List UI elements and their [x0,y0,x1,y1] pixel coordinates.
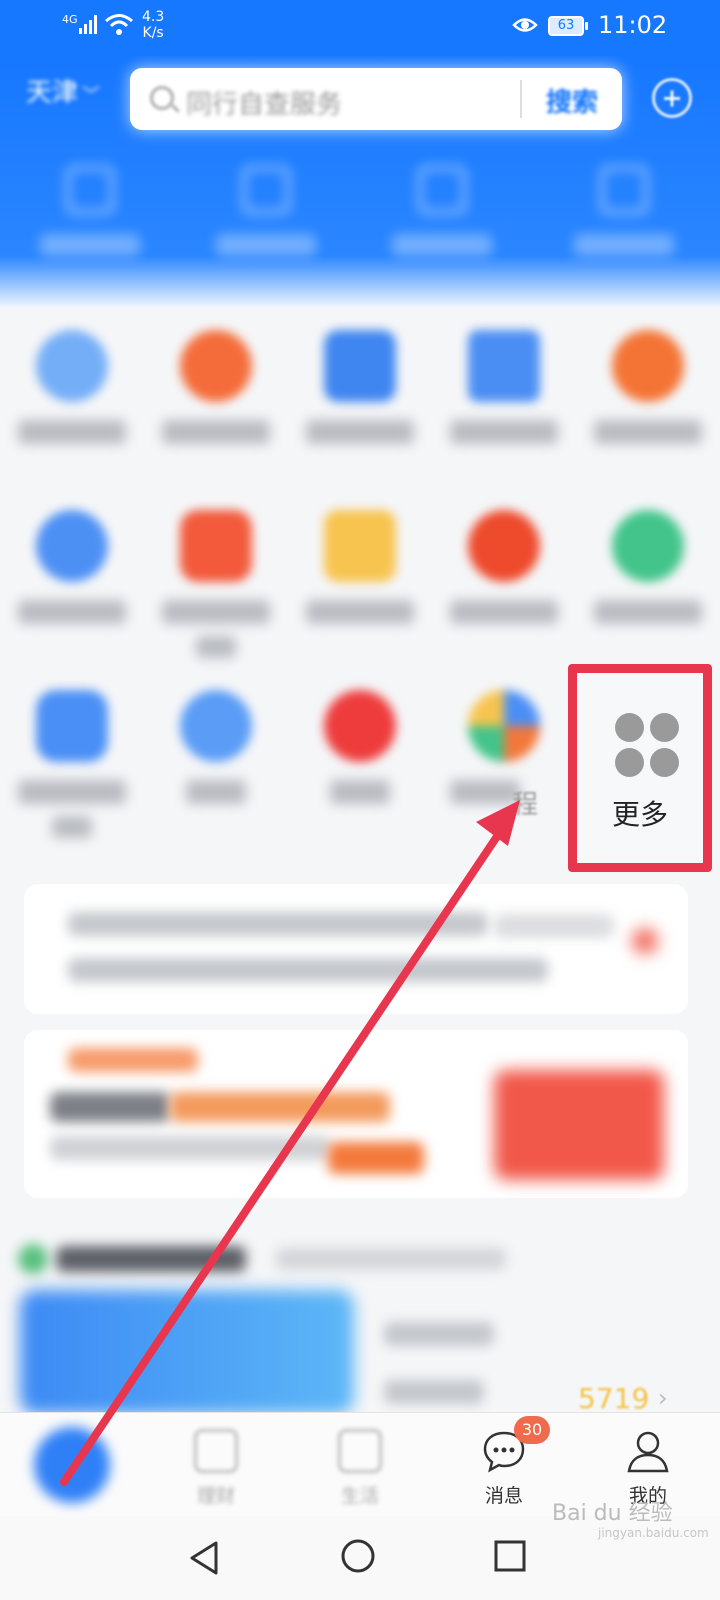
eye-comfort-icon [512,18,538,32]
watermark-main: Bai du 经验 [552,1501,673,1526]
battery-indicator: 63 [548,16,588,36]
network-type: 4G [62,13,78,26]
network-speed: 4.3 K/s [142,9,165,41]
signal-icon [79,15,97,34]
status-bar: 4G 4.3 K/s 63 11:02 [0,0,720,56]
watermark: Bai du 经验 jingyan.baidu.com [552,1501,709,1541]
wifi-icon [105,14,133,35]
message-badge: 30 [514,1416,550,1444]
annotation-arrow [60,800,520,1486]
watermark-sub: jingyan.baidu.com [598,1526,709,1540]
clock: 11:02 [598,11,668,39]
